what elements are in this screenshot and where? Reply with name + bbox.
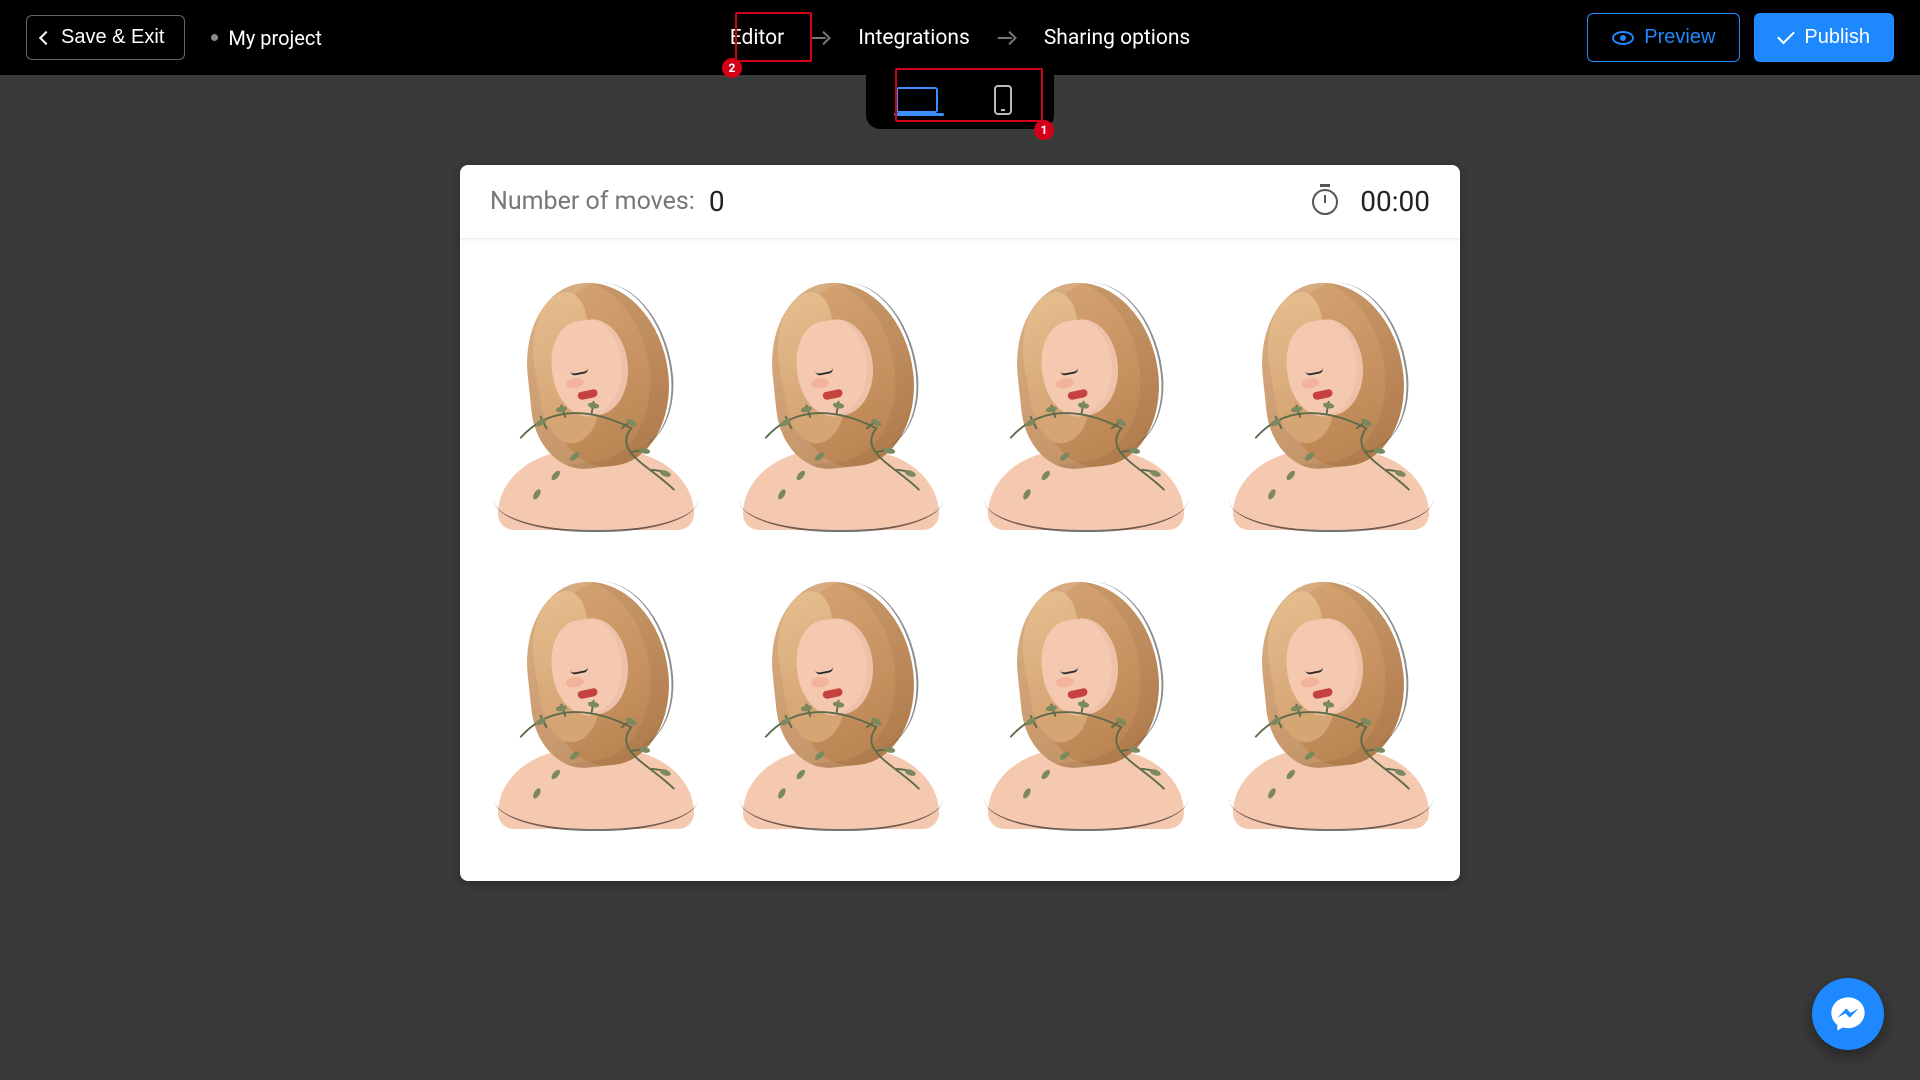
card-illustration xyxy=(1223,575,1433,835)
save-exit-button[interactable]: Save & Exit xyxy=(26,15,185,60)
messenger-icon xyxy=(1828,994,1868,1034)
header-actions: Preview Publish xyxy=(1587,13,1894,62)
save-exit-label: Save & Exit xyxy=(61,26,164,49)
card-illustration xyxy=(978,276,1188,536)
memory-card[interactable] xyxy=(715,556,960,855)
annotation-badge-1: 1 xyxy=(1034,120,1054,140)
game-status-bar: Number of moves: 0 00:00 xyxy=(460,165,1460,239)
card-illustration xyxy=(733,575,943,835)
card-illustration xyxy=(488,276,698,536)
preview-button[interactable]: Preview xyxy=(1587,13,1740,62)
memory-card[interactable] xyxy=(1205,556,1450,855)
card-grid xyxy=(460,239,1460,881)
editor-canvas: Number of moves: 0 00:00 xyxy=(460,165,1460,881)
memory-card[interactable] xyxy=(470,257,715,556)
memory-card[interactable] xyxy=(1205,257,1450,556)
annotation-highlight-device xyxy=(895,68,1043,122)
nav-integrations[interactable]: Integrations xyxy=(848,20,980,56)
card-illustration xyxy=(978,575,1188,835)
card-illustration xyxy=(733,276,943,536)
memory-card[interactable] xyxy=(470,556,715,855)
preview-label: Preview xyxy=(1644,26,1715,49)
nav-sharing[interactable]: Sharing options xyxy=(1034,20,1200,56)
annotation-badge-2: 2 xyxy=(722,58,742,78)
moves-label: Number of moves: xyxy=(490,187,695,216)
card-illustration xyxy=(1223,276,1433,536)
arrow-right-icon xyxy=(998,29,1016,47)
memory-card[interactable] xyxy=(960,556,1205,855)
timer-value: 00:00 xyxy=(1360,185,1430,218)
messenger-fab[interactable] xyxy=(1812,978,1884,1050)
memory-card[interactable] xyxy=(715,257,960,556)
annotation-highlight-editor xyxy=(735,12,812,62)
moves-value: 0 xyxy=(709,185,725,218)
top-bar: Save & Exit My project Editor Integratio… xyxy=(0,0,1920,75)
arrow-right-icon xyxy=(812,29,830,47)
check-icon xyxy=(1778,27,1796,45)
card-illustration xyxy=(488,575,698,835)
status-dot-icon xyxy=(211,34,218,41)
project-name-text: My project xyxy=(228,26,322,50)
stopwatch-icon xyxy=(1312,189,1338,215)
eye-icon xyxy=(1612,31,1634,45)
publish-button[interactable]: Publish xyxy=(1754,13,1894,62)
project-name[interactable]: My project xyxy=(211,26,322,50)
chevron-left-icon xyxy=(39,30,53,44)
publish-label: Publish xyxy=(1804,26,1870,49)
memory-card[interactable] xyxy=(960,257,1205,556)
